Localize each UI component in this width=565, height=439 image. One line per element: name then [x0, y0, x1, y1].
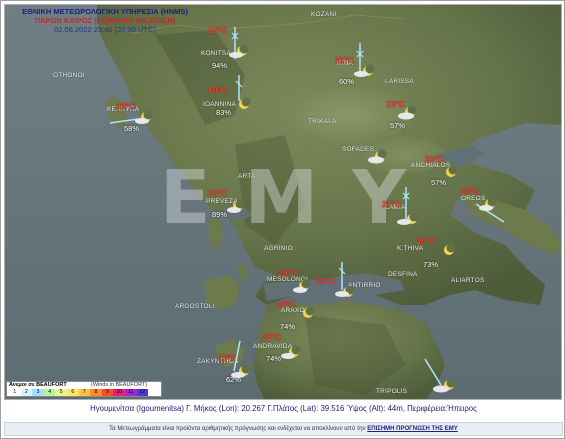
station-kerkyra[interactable]: 23°C 58%: [110, 97, 154, 141]
city-label-agrinio: AGRINIO: [264, 245, 293, 252]
city-label-larissa: LARISSA: [385, 78, 414, 85]
moon-wind-icon: [397, 187, 419, 225]
station-oreos[interactable]: 25°C: [460, 182, 504, 226]
beaufort-level-2: 2: [20, 389, 33, 396]
official-forecast-link[interactable]: ΕΠΙΣΗΜΗ ΠΡΟΓΝΩΣΗ ΤΗΣ ΕΜΥ: [367, 426, 458, 432]
moon-wind-icon: [444, 243, 456, 255]
location-info: Ηγουμενίτσα (Igoumenitsa) Γ. Μήκος (Lon)…: [90, 404, 477, 413]
moon-wind-icon: [281, 345, 301, 359]
station-sofades[interactable]: [360, 142, 404, 186]
org-title: ΕΘΝΙΚΗ ΜΕΤΕΩΡΟΛΟΓΙΚΗ ΥΠΗΡΕΣΙΑ (HNMS): [22, 7, 188, 16]
station-kozani[interactable]: 21°C 60%: [335, 41, 379, 86]
disclaimer-footer: Τα Μετεωγράμματα είναι προϊόντα αριθμητι…: [4, 422, 563, 436]
city-label-trikala: TRIKALA: [308, 118, 337, 125]
city-label-arta: ARTA: [238, 173, 256, 180]
observation-datetime: 02.06.2022 23:30 (20:30 UTC): [54, 25, 156, 34]
city-label-argostoli: ARGOSTOLI: [175, 303, 215, 310]
beaufort-legend: Άνεμοι σε BEAUFORT (Winds in BEAUFORT) 1…: [6, 381, 162, 397]
moon-wind-icon: [227, 199, 245, 213]
beaufort-level-10: 10: [113, 389, 125, 396]
station-zakynthos[interactable]: 25°C 62%: [218, 341, 262, 385]
beaufort-level-1: 1: [9, 389, 21, 396]
moon-wind-icon: [235, 75, 251, 109]
moon-wind-icon: [475, 197, 504, 223]
station-konitsa[interactable]: 17°C 94%: [208, 25, 252, 70]
current-weather-title: ΠΑΡΩΝ ΚΑΙΡΟΣ (CURRENT WEATHER): [34, 16, 176, 25]
weather-map[interactable]: ΕΘΝΙΚΗ ΜΕΤΕΩΡΟΛΟΓΙΚΗ ΥΠΗΡΕΣΙΑ (HNMS) ΠΑΡ…: [4, 4, 562, 400]
moon-wind-icon: [229, 27, 249, 59]
moon-wind-icon: [354, 43, 375, 77]
beaufort-level-7: 7: [78, 389, 91, 396]
station-preveza[interactable]: 23°C 89%: [208, 186, 252, 230]
city-label-kozani: KOZANI: [311, 11, 337, 18]
station-kthiva[interactable]: 20°C 73%: [417, 234, 461, 278]
beaufort-level-11: 11: [124, 389, 137, 396]
moon-wind-icon: [335, 262, 355, 297]
station-lamia[interactable]: 21°C: [382, 185, 426, 229]
station-ioannina[interactable]: 19°C 83%: [208, 73, 252, 117]
city-label-aliartos: ALIARTOS: [451, 277, 485, 284]
moon-wind-icon: [110, 110, 153, 124]
moon-wind-icon: [231, 341, 251, 378]
beaufort-level-3: 3: [32, 389, 44, 396]
moon-cloud-icon: [368, 149, 387, 164]
station-antirrio[interactable]: 24°C: [316, 260, 360, 304]
beaufort-level-5: 5: [55, 389, 67, 396]
meteogram-frame: ΕΘΝΙΚΗ ΜΕΤΕΩΡΟΛΟΓΙΚΗ ΥΠΗΡΕΣΙΑ (HNMS) ΠΑΡ…: [0, 0, 565, 439]
city-label-othonoi: OTHONOI: [53, 72, 85, 79]
beaufort-level-12: 12: [136, 389, 149, 396]
beaufort-level-8: 8: [90, 389, 102, 396]
city-label-desfina: DESFINA: [388, 271, 418, 278]
beaufort-level-4: 4: [43, 389, 56, 396]
legend-scale: 1 2 3 4 5 6 7 8 9 10 11 12: [9, 389, 149, 396]
moon-wind-icon: [398, 105, 417, 120]
station-tripolis[interactable]: [421, 355, 465, 399]
disclaimer-text: Τα Μετεωγράμματα είναι προϊόντα αριθμητι…: [109, 426, 366, 432]
legend-subtitle: (Winds in BEAUFORT): [91, 382, 148, 388]
station-andravida[interactable]: 22°C 74%: [262, 330, 306, 374]
legend-title: Άνεμοι σε BEAUFORT: [9, 382, 67, 388]
station-larissa[interactable]: 23°C 57%: [386, 97, 430, 141]
map-header: ΕΘΝΙΚΗ ΜΕΤΕΩΡΟΛΟΓΙΚΗ ΥΠΗΡΕΣΙΑ (HNMS) ΠΑΡ…: [5, 7, 205, 34]
beaufort-level-6: 6: [66, 389, 79, 396]
city-label-tripolis: TRIPOLIS: [376, 388, 408, 395]
moon-wind-icon: [424, 358, 456, 393]
beaufort-level-9: 9: [101, 389, 114, 396]
